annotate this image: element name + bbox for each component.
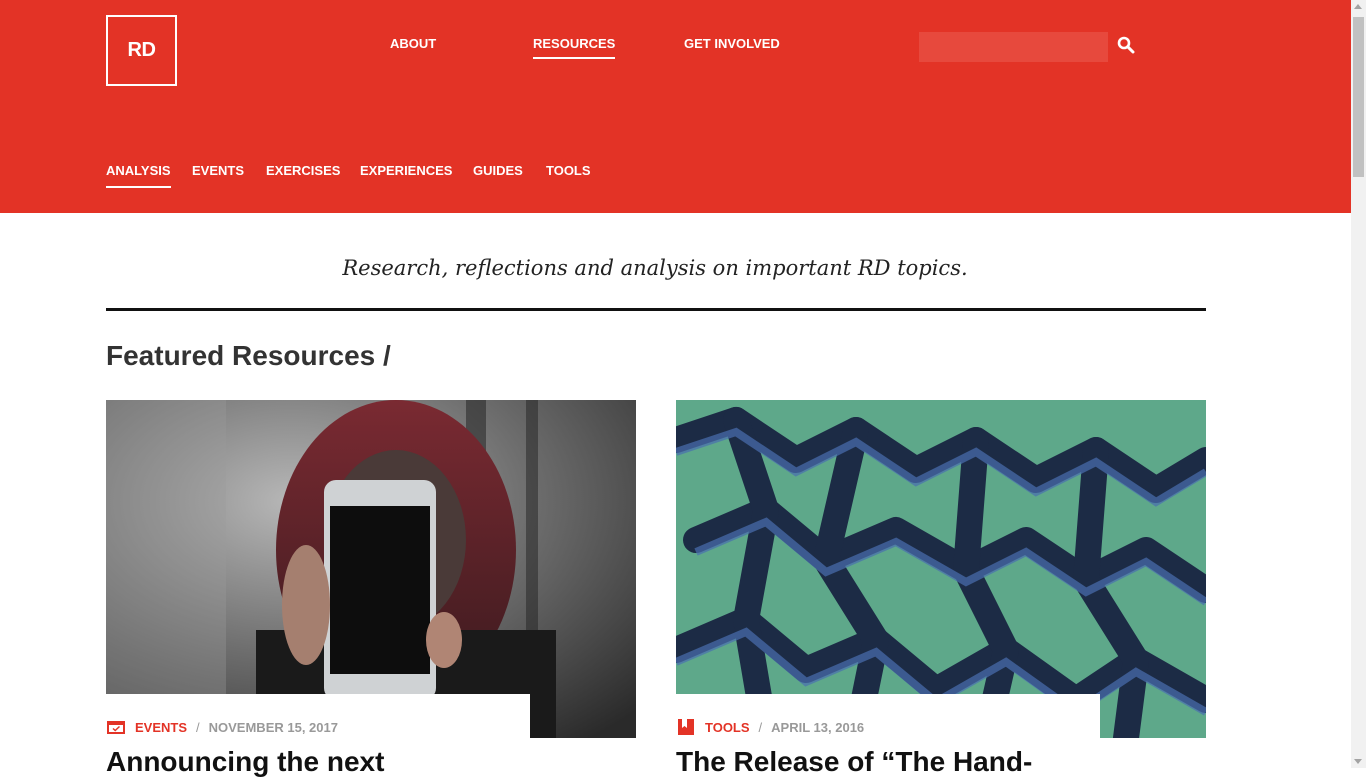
card-date: APRIL 13, 2016 bbox=[771, 719, 865, 735]
search-icon[interactable] bbox=[1117, 36, 1135, 54]
search-input[interactable] bbox=[919, 32, 1108, 62]
scroll-up-icon[interactable] bbox=[1354, 4, 1362, 9]
nav-resources[interactable]: RESOURCES bbox=[533, 36, 616, 59]
card-title[interactable]: Announcing the next bbox=[106, 746, 384, 778]
card-date: NOVEMBER 15, 2017 bbox=[208, 719, 338, 735]
scrollbar-thumb[interactable] bbox=[1353, 17, 1364, 177]
subnav-events[interactable]: EVENTS bbox=[192, 163, 244, 178]
site-header: RD ABOUT RESOURCES GET INVOLVED ANALYSIS… bbox=[0, 0, 1351, 213]
subnav-exercises[interactable]: EXERCISES bbox=[266, 163, 340, 178]
nav-about[interactable]: ABOUT bbox=[390, 36, 436, 51]
scrollbar[interactable] bbox=[1351, 0, 1366, 768]
card-category[interactable]: TOOLS bbox=[705, 720, 750, 735]
meta-separator: / bbox=[758, 719, 763, 735]
card-meta: EVENTS / NOVEMBER 15, 2017 bbox=[106, 719, 338, 735]
meta-separator: / bbox=[196, 719, 200, 735]
card-image-lattice[interactable] bbox=[676, 400, 1206, 738]
section-title: Featured Resources / bbox=[106, 340, 391, 371]
subnav-analysis[interactable]: ANALYSIS bbox=[106, 163, 171, 188]
page-tagline: Research, reflections and analysis on im… bbox=[342, 256, 968, 280]
site-logo[interactable]: RD bbox=[106, 15, 177, 86]
scroll-down-icon[interactable] bbox=[1354, 759, 1362, 764]
subnav-guides[interactable]: GUIDES bbox=[473, 163, 523, 178]
subnav-tools[interactable]: TOOLS bbox=[546, 163, 591, 178]
nav-get-involved[interactable]: GET INVOLVED bbox=[684, 36, 780, 51]
divider bbox=[106, 308, 1206, 311]
card-category[interactable]: EVENTS bbox=[135, 720, 187, 735]
card-meta: TOOLS / APRIL 13, 2016 bbox=[676, 719, 864, 735]
card-title[interactable]: The Release of “The Hand- bbox=[676, 746, 1032, 778]
subnav-experiences[interactable]: EXPERIENCES bbox=[360, 163, 452, 178]
bookmark-icon bbox=[678, 719, 694, 735]
calendar-icon bbox=[107, 721, 125, 734]
card-image-phone[interactable] bbox=[106, 400, 636, 738]
